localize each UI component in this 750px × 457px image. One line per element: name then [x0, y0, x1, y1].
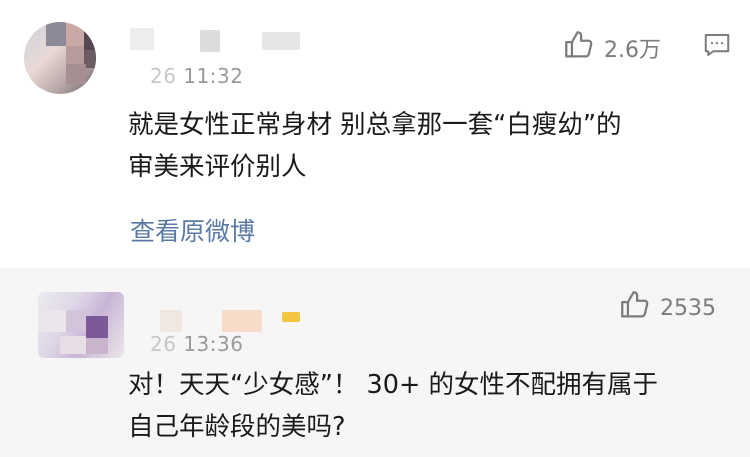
comment-icon[interactable]: [702, 30, 732, 60]
like-count: 2535: [660, 295, 716, 321]
avatar[interactable]: [24, 22, 96, 94]
thumbs-up-icon: [562, 28, 596, 68]
comment-time: 26 13:36: [150, 332, 244, 356]
comment-text: 就是女性正常身材 别总拿那一套“白瘦幼”的 审美来评价别人: [128, 110, 622, 182]
like-button[interactable]: 2535: [618, 288, 716, 328]
view-original-weibo-link[interactable]: 查看原微博: [130, 212, 255, 248]
comment-item: 26 11:32 2.6万 就是女性正常身材 别总拿那一套“白瘦幼”的 审美来评…: [0, 0, 750, 268]
comment-item: 26 13:36 2535 对！天天“少女感”！ 30+ 的女性不配拥有属于 自…: [0, 268, 750, 457]
thumbs-up-icon: [618, 288, 652, 328]
like-count: 2.6万: [604, 38, 661, 63]
like-button[interactable]: 2.6万: [562, 28, 661, 68]
comment-time: 26 11:32: [150, 64, 244, 88]
comment-text: 对！天天“少女感”！ 30+ 的女性不配拥有属于 自己年龄段的美吗?: [128, 370, 658, 442]
avatar[interactable]: [38, 292, 124, 358]
